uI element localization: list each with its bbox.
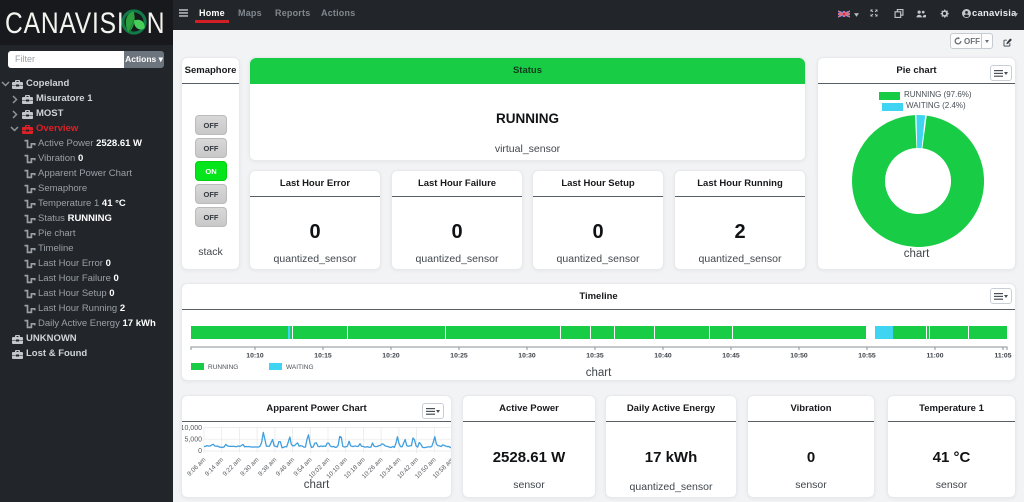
svg-text:0: 0 — [198, 448, 202, 455]
svg-text:10:10: 10:10 — [246, 353, 264, 360]
svg-text:10:50: 10:50 — [790, 353, 808, 360]
svg-text:10:40: 10:40 — [654, 353, 672, 360]
svg-text:11:00: 11:00 — [926, 353, 943, 360]
svg-text:11:05: 11:05 — [994, 353, 1011, 360]
svg-text:10:35: 10:35 — [586, 353, 604, 360]
svg-text:10:25: 10:25 — [450, 353, 468, 360]
svg-text:10:15: 10:15 — [314, 353, 332, 360]
svg-text:10,000: 10,000 — [182, 425, 202, 432]
svg-text:10:30: 10:30 — [518, 353, 536, 360]
svg-text:9:30 am: 9:30 am — [239, 456, 260, 477]
svg-text:10:45: 10:45 — [722, 353, 740, 360]
svg-text:5,000: 5,000 — [184, 437, 202, 444]
svg-text:10:55: 10:55 — [858, 353, 876, 360]
svg-text:10:20: 10:20 — [382, 353, 400, 360]
